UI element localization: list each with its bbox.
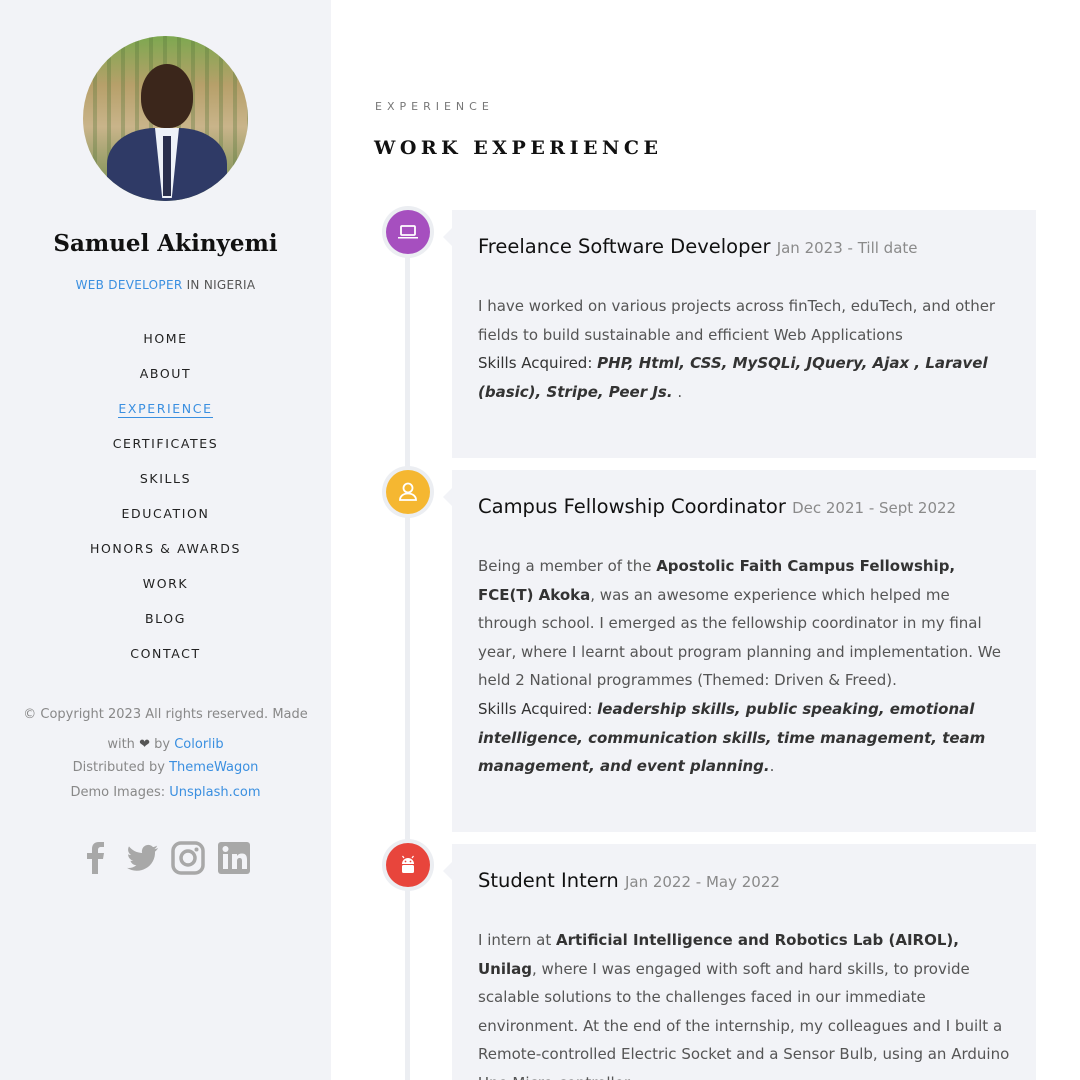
distributed-by: Distributed by ThemeWagon (0, 758, 331, 778)
social-links (78, 840, 258, 880)
nav-home[interactable]: HOME (143, 331, 187, 346)
unsplash-link[interactable]: Unsplash.com (169, 785, 260, 800)
colorlib-link[interactable]: Colorlib (174, 737, 223, 752)
nav-certificates[interactable]: CERTIFICATES (113, 436, 219, 451)
experience-date: Dec 2021 - Sept 2022 (792, 499, 957, 517)
experience-heading: Student Intern Jan 2022 - May 2022 (478, 868, 1010, 895)
experience-card: Student Intern Jan 2022 - May 2022 I int… (443, 844, 1036, 1080)
twitter-icon[interactable] (124, 840, 160, 876)
experience-heading: Freelance Software Developer Jan 2023 - … (478, 234, 1010, 261)
avatar (83, 36, 248, 201)
nav-contact[interactable]: CONTACT (130, 646, 200, 661)
demo-images: Demo Images: Unsplash.com (0, 783, 331, 803)
experience-card: Campus Fellowship Coordinator Dec 2021 -… (443, 470, 1036, 832)
experience-title: Freelance Software Developer (478, 235, 771, 258)
experience-date: Jan 2023 - Till date (776, 239, 918, 257)
skills-label: Skills Acquired: (478, 354, 593, 373)
experience-title: Student Intern (478, 869, 619, 892)
nav-education[interactable]: EDUCATION (122, 506, 210, 521)
user-icon (399, 482, 417, 501)
themewagon-link[interactable]: ThemeWagon (169, 760, 258, 775)
profile-name: Samuel Akinyemi (53, 230, 278, 257)
nav-skills[interactable]: SKILLS (140, 471, 191, 486)
timeline-marker (382, 839, 434, 891)
copyright-text: © Copyright 2023 All rights reserved. Ma… (23, 707, 308, 722)
copyright: © Copyright 2023 All rights reserved. Ma… (20, 700, 311, 760)
experience-description: Being a member of the Apostolic Faith Ca… (478, 552, 1010, 695)
nav-about[interactable]: ABOUT (140, 366, 192, 381)
description-text: , where I was engaged with soft and hard… (478, 959, 1010, 1080)
description-text: I intern at (478, 931, 556, 949)
nav-experience[interactable]: EXPERIENCE (118, 401, 213, 418)
section-subtitle: EXPERIENCE (375, 100, 494, 113)
demo-images-text: Demo Images: (70, 785, 166, 800)
experience-title: Campus Fellowship Coordinator (478, 495, 786, 518)
linkedin-icon[interactable] (216, 840, 252, 876)
skills-suffix: . (769, 757, 775, 776)
profile-role: WEB DEVELOPER IN NIGERIA (0, 278, 331, 292)
section-title: WORK EXPERIENCE (374, 137, 663, 159)
sidebar: Samuel Akinyemi WEB DEVELOPER IN NIGERIA… (0, 0, 331, 1080)
laptop-icon (398, 225, 418, 239)
experience-date: Jan 2022 - May 2022 (624, 873, 780, 891)
timeline-marker (382, 206, 434, 258)
copyright-with: with (107, 737, 135, 752)
timeline-marker (382, 466, 434, 518)
heart-icon: ❤ (139, 737, 150, 752)
experience-card: Freelance Software Developer Jan 2023 - … (443, 210, 1036, 458)
skills-suffix: . (672, 382, 683, 401)
profile-role-accent[interactable]: WEB DEVELOPER (76, 278, 183, 292)
facebook-icon[interactable] (78, 840, 114, 876)
experience-skills: Skills Acquired: leadership skills, publ… (478, 695, 1010, 781)
description-text: Being a member of the (478, 557, 657, 575)
nav-honors-awards[interactable]: HONORS & AWARDS (90, 541, 241, 556)
copyright-by: by (154, 737, 171, 752)
nav-work[interactable]: WORK (143, 576, 188, 591)
experience-description: I have worked on various projects across… (478, 297, 996, 344)
profile-role-location: IN NIGERIA (182, 278, 256, 292)
nav-blog[interactable]: BLOG (145, 611, 186, 626)
distributed-by-text: Distributed by (72, 760, 165, 775)
timeline-line (405, 232, 410, 1080)
experience-skills: Skills Acquired: PHP, Html, CSS, MySQLi,… (478, 349, 1010, 406)
main-nav: HOME ABOUT EXPERIENCE CERTIFICATES SKILL… (0, 328, 331, 678)
experience-description: I intern at Artificial Intelligence and … (478, 926, 1010, 1080)
skills-label: Skills Acquired: (478, 699, 593, 718)
experience-heading: Campus Fellowship Coordinator Dec 2021 -… (478, 494, 1010, 521)
android-icon (402, 855, 414, 873)
instagram-icon[interactable] (170, 840, 206, 876)
